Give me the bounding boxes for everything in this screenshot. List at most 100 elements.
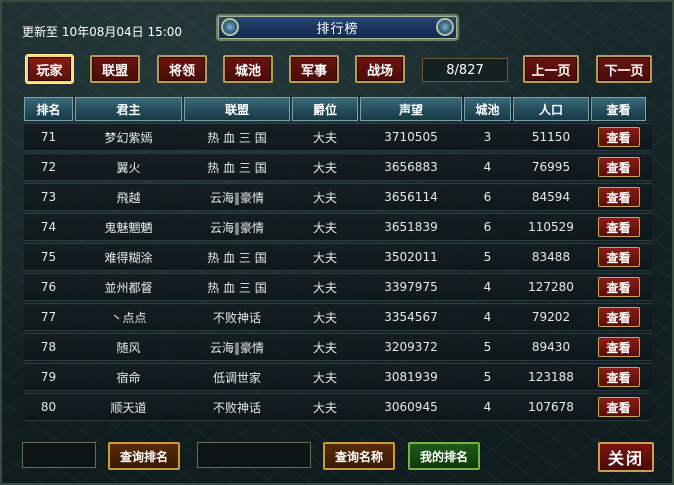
cell-cities: 5 [483,250,492,264]
name-search-input[interactable] [197,442,311,468]
cell-title: 大夫 [312,280,337,295]
search-name-button[interactable]: 查询名称 [323,442,395,470]
cell-fame: 3397975 [384,280,438,294]
column-header-title: 爵位 [292,97,358,121]
cell-title: 大夫 [312,250,337,265]
cell-title: 大夫 [312,130,337,145]
cell-population: 51150 [531,130,571,144]
cell-view: 查看 [591,303,646,331]
column-header-alliance: 联盟 [184,97,290,121]
cell-fame: 3502011 [384,250,438,264]
cell-rank: 77 [40,310,57,324]
cell-fame: 3656883 [384,160,438,174]
cell-view: 查看 [591,183,646,211]
cell-population: 89430 [531,340,571,354]
cell-view: 查看 [591,213,646,241]
cell-lord: 翼火 [116,160,141,175]
ranking-window: 更新至 10年08月04日 15:00 排行榜 玩家 联盟 将领 城池 军事 战… [0,0,674,485]
view-button[interactable]: 查看 [597,247,640,267]
cell-cities: 3 [483,130,492,144]
cell-cities: 6 [483,220,492,234]
cell-population: 110529 [528,220,574,234]
cell-alliance: 云海‖豪情 [209,220,264,235]
table-body: 71 梦幻紫嫣热 血 三 国大夫 3710505 3 51150 查看 72 翼火热 血 三 … [24,123,652,421]
tab-player[interactable]: 玩家 [26,55,73,83]
view-button[interactable]: 查看 [597,367,640,387]
column-header-cities: 城池 [464,97,511,121]
table-row: 72 翼火 热 血 三 国 大夫 3656883 4 76995 查看 [24,153,652,181]
next-page-button[interactable]: 下一页 [596,55,652,83]
rank-search-input[interactable] [22,442,96,468]
cell-title: 大夫 [312,160,337,175]
cell-population: 107678 [528,400,574,414]
cell-population: 83488 [531,250,571,264]
cell-alliance: 低调世家 [212,370,261,385]
cell-rank: 76 [40,280,57,294]
cell-alliance: 不败神话 [212,310,261,325]
cell-cities: 5 [483,340,492,354]
cell-cities: 5 [483,370,492,384]
tab-general[interactable]: 将领 [157,55,207,83]
tab-city[interactable]: 城池 [223,55,273,83]
cell-view: 查看 [591,153,646,181]
cell-title: 大夫 [312,190,337,205]
table-row: 74 鬼魅魍魉 云海‖豪情 大夫 3651839 6 110529 查看 [24,213,652,241]
cell-alliance: 热 血 三 国 [207,160,267,175]
column-header-lord: 君主 [75,97,182,121]
view-button[interactable]: 查看 [597,307,640,327]
cell-alliance: 云海‖豪情 [209,340,264,355]
cell-population: 123188 [528,370,574,384]
cell-rank: 79 [40,370,57,384]
my-rank-button[interactable]: 我的排名 [408,442,480,470]
column-header-view: 查看 [591,97,646,121]
cell-view: 查看 [591,123,646,151]
close-button[interactable]: 关闭 [598,442,654,472]
view-button[interactable]: 查看 [597,277,640,297]
title-plate: 排行榜 [216,14,459,41]
tab-alliance[interactable]: 联盟 [90,55,140,83]
table-header: 排名 君主 联盟 爵位 声望 城池 人口 查看 [24,97,652,121]
page-title: 排行榜 [316,22,359,37]
cell-title: 大夫 [312,370,337,385]
cell-fame: 3060945 [384,400,438,414]
cell-rank: 71 [40,130,57,144]
view-button[interactable]: 查看 [597,217,640,237]
cell-title: 大夫 [312,400,337,415]
cell-population: 79202 [531,310,571,324]
cell-rank: 72 [40,160,57,174]
cell-view: 查看 [591,243,646,271]
cell-lord: 宿命 [116,370,141,385]
view-button[interactable]: 查看 [597,397,640,417]
cell-population: 84594 [531,190,571,204]
cell-lord: 飛越 [116,190,141,205]
title-ornament-left-icon [221,18,239,36]
cell-title: 大夫 [312,340,337,355]
cell-fame: 3354567 [384,310,438,324]
cell-rank: 73 [40,190,57,204]
cell-lord: 並州都督 [104,280,153,295]
view-button[interactable]: 查看 [597,127,640,147]
cell-rank: 80 [40,400,57,414]
cell-alliance: 不败神话 [212,400,261,415]
column-header-population: 人口 [513,97,589,121]
page-indicator: 8/827 [422,58,508,82]
search-rank-button[interactable]: 查询排名 [108,442,180,470]
view-button[interactable]: 查看 [597,187,640,207]
view-button[interactable]: 查看 [597,157,640,177]
view-button[interactable]: 查看 [597,337,640,357]
prev-page-button[interactable]: 上一页 [523,55,579,83]
cell-view: 查看 [591,273,646,301]
column-header-rank: 排名 [24,97,73,121]
cell-fame: 3081939 [384,370,438,384]
table-row: 78 随风 云海‖豪情 大夫 3209372 5 89430 查看 [24,333,652,361]
cell-fame: 3209372 [384,340,438,354]
cell-view: 查看 [591,333,646,361]
tab-battlefield[interactable]: 战场 [355,55,405,83]
table-row: 76 並州都督 热 血 三 国 大夫 3397975 4 127280 查看 [24,273,652,301]
tab-military[interactable]: 军事 [289,55,339,83]
cell-rank: 78 [40,340,57,354]
table-row: 71 梦幻紫嫣 热 血 三 国 大夫 3710505 3 51150 查看 [24,123,652,151]
ranking-table: 排名 君主 联盟 爵位 声望 城池 人口 查看 71 梦幻紫嫣热 血 三 国大夫 3… [24,97,652,421]
cell-title: 大夫 [312,310,337,325]
cell-lord: 顺天道 [110,400,147,415]
